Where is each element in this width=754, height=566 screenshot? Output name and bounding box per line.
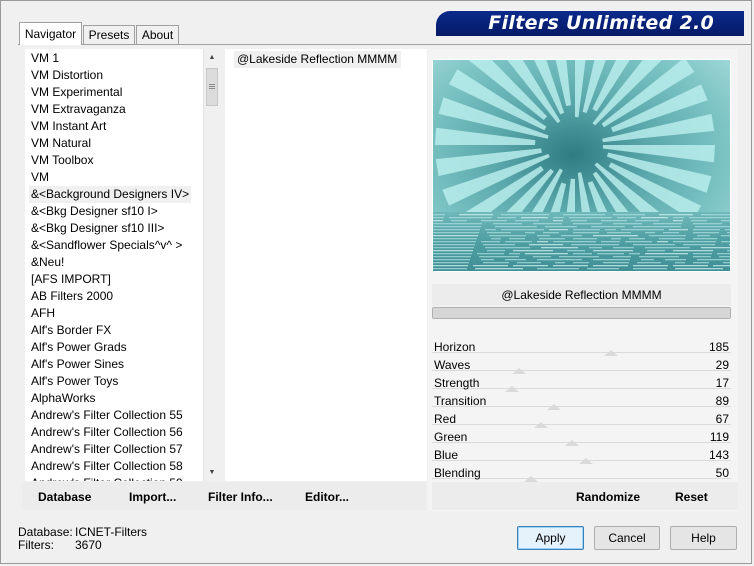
parameter-row[interactable]: Transition 89 [432, 392, 731, 410]
app-title-banner: Filters Unlimited 2.0 [436, 11, 744, 36]
help-button[interactable]: Help [670, 526, 737, 550]
tab-presets[interactable]: Presets [83, 25, 135, 44]
list-action-bar: Database Import... Filter Info... Editor… [22, 482, 426, 510]
preview-filter-name: @Lakeside Reflection MMMM [432, 284, 731, 306]
parameter-value: 185 [708, 340, 729, 354]
parameter-row[interactable]: Waves 29 [432, 356, 731, 374]
parameter-row[interactable]: Green 119 [432, 428, 731, 446]
scroll-up-arrow-icon[interactable]: ▲ [204, 49, 220, 66]
cancel-button[interactable]: Cancel [594, 526, 660, 550]
parameter-value: 89 [715, 394, 729, 408]
category-scrollbar[interactable]: ▲ ▼ [203, 49, 220, 481]
filter-item[interactable]: @Lakeside Reflection MMMM [234, 51, 402, 68]
parameter-value: 50 [715, 466, 729, 480]
category-item[interactable]: Andrew's Filter Collection 59 [29, 475, 185, 481]
preview-frame [432, 59, 731, 272]
editor-button[interactable]: Editor... [305, 490, 349, 504]
tab-navigator[interactable]: Navigator [19, 22, 82, 45]
parameter-name: Horizon [434, 340, 476, 354]
parameter-name: Waves [434, 358, 471, 372]
parameter-row[interactable]: Blue 143 [432, 446, 731, 464]
category-item[interactable]: Alf's Border FX [29, 322, 113, 339]
category-item[interactable]: Andrew's Filter Collection 58 [29, 458, 185, 475]
randomize-button[interactable]: Randomize [576, 490, 640, 504]
parameter-value: 67 [715, 412, 729, 426]
category-item[interactable]: Andrew's Filter Collection 55 [29, 407, 185, 424]
database-button[interactable]: Database [38, 490, 91, 504]
category-item[interactable]: &Neu! [29, 254, 66, 271]
category-item[interactable]: [AFS IMPORT] [29, 271, 113, 288]
parameter-row[interactable]: Blending 50 [432, 464, 731, 482]
scroll-thumb[interactable] [206, 68, 218, 106]
category-item[interactable]: &<Bkg Designer sf10 III> [29, 220, 166, 237]
preview-image [433, 60, 730, 271]
parameter-action-bar: Randomize Reset [432, 482, 738, 510]
parameter-name: Blue [434, 448, 459, 462]
scroll-down-arrow-icon[interactable]: ▼ [204, 464, 220, 481]
category-item[interactable]: Alf's Power Grads [29, 339, 129, 356]
category-item[interactable]: Alf's Power Sines [29, 356, 126, 373]
status-database-label: Database: [18, 525, 73, 539]
parameter-name: Green [434, 430, 468, 444]
progress-fill [433, 308, 730, 318]
status-database-value: ICNET-Filters [75, 525, 147, 539]
parameter-name: Transition [434, 394, 487, 408]
category-item[interactable]: VM [29, 169, 51, 186]
category-item[interactable]: Alf's Power Toys [29, 373, 120, 390]
status-filters-label: Filters: [18, 538, 54, 552]
filter-info-button[interactable]: Filter Info... [208, 490, 273, 504]
parameter-name: Strength [434, 376, 480, 390]
parameter-value: 17 [715, 376, 729, 390]
parameter-value: 143 [708, 448, 729, 462]
category-item[interactable]: Andrew's Filter Collection 56 [29, 424, 185, 441]
parameter-value: 119 [709, 430, 729, 444]
category-item[interactable]: VM Toolbox [29, 152, 95, 169]
category-item[interactable]: VM Instant Art [29, 118, 108, 135]
category-item[interactable]: VM Experimental [29, 84, 124, 101]
category-item[interactable]: &<Bkg Designer sf10 I> [29, 203, 160, 220]
parameter-row[interactable]: Strength 17 [432, 374, 731, 392]
category-item[interactable]: AB Filters 2000 [29, 288, 115, 305]
parameter-row[interactable]: Red 67 [432, 410, 731, 428]
category-item[interactable]: &<Background Designers IV> [29, 186, 192, 203]
reset-button[interactable]: Reset [675, 490, 708, 504]
status-filters-value: 3670 [75, 538, 102, 552]
category-item[interactable]: AFH [29, 305, 57, 322]
import-button[interactable]: Import... [129, 490, 176, 504]
category-item[interactable]: AlphaWorks [29, 390, 97, 407]
category-item[interactable]: VM Natural [29, 135, 93, 152]
category-item[interactable]: Andrew's Filter Collection 57 [29, 441, 185, 458]
parameter-value: 29 [715, 358, 729, 372]
parameter-name: Blending [434, 466, 481, 480]
category-item[interactable]: VM Extravaganza [29, 101, 128, 118]
filter-list[interactable]: @Lakeside Reflection MMMM [225, 49, 427, 481]
category-item[interactable]: VM Distortion [29, 67, 105, 84]
category-item[interactable]: VM 1 [29, 50, 61, 67]
progress-bar [432, 307, 731, 319]
parameter-row[interactable]: Horizon 185 [432, 338, 731, 356]
apply-button[interactable]: Apply [517, 526, 584, 550]
category-list[interactable]: VM 1 VM Distortion VM Experimental VM Extra… [25, 49, 203, 481]
parameter-name: Red [434, 412, 457, 426]
category-item[interactable]: &<Sandflower Specials^v^ > [29, 237, 184, 254]
tab-about[interactable]: About [136, 25, 179, 44]
